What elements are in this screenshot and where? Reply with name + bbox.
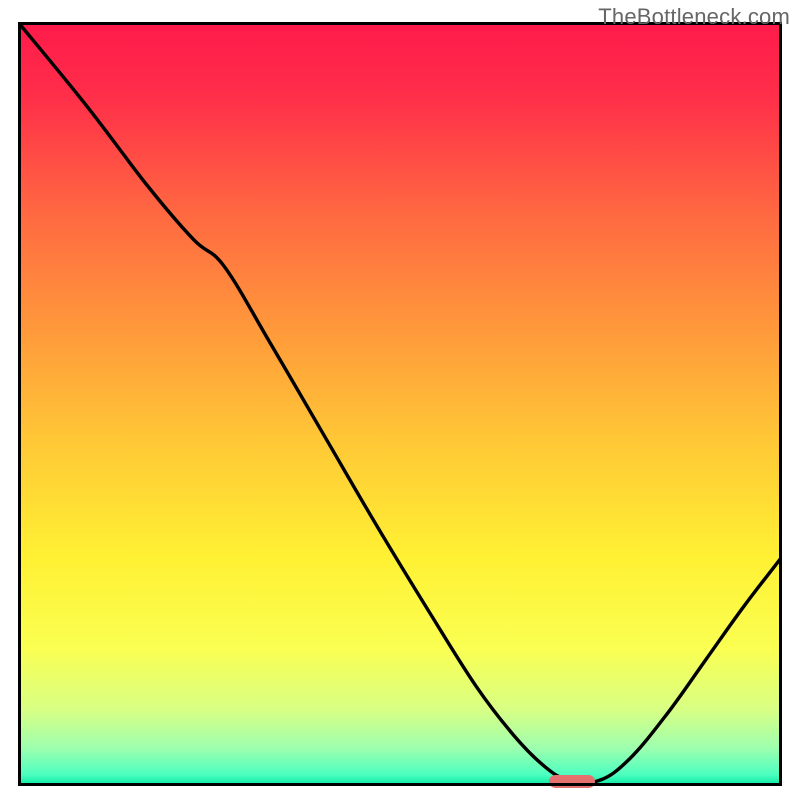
chart-stage: TheBottleneck.com	[0, 0, 800, 800]
watermark-text: TheBottleneck.com	[598, 4, 790, 30]
optimum-marker	[549, 775, 595, 789]
plot-frame	[18, 22, 782, 786]
bottleneck-curve	[18, 22, 782, 783]
curve-layer	[18, 22, 782, 786]
